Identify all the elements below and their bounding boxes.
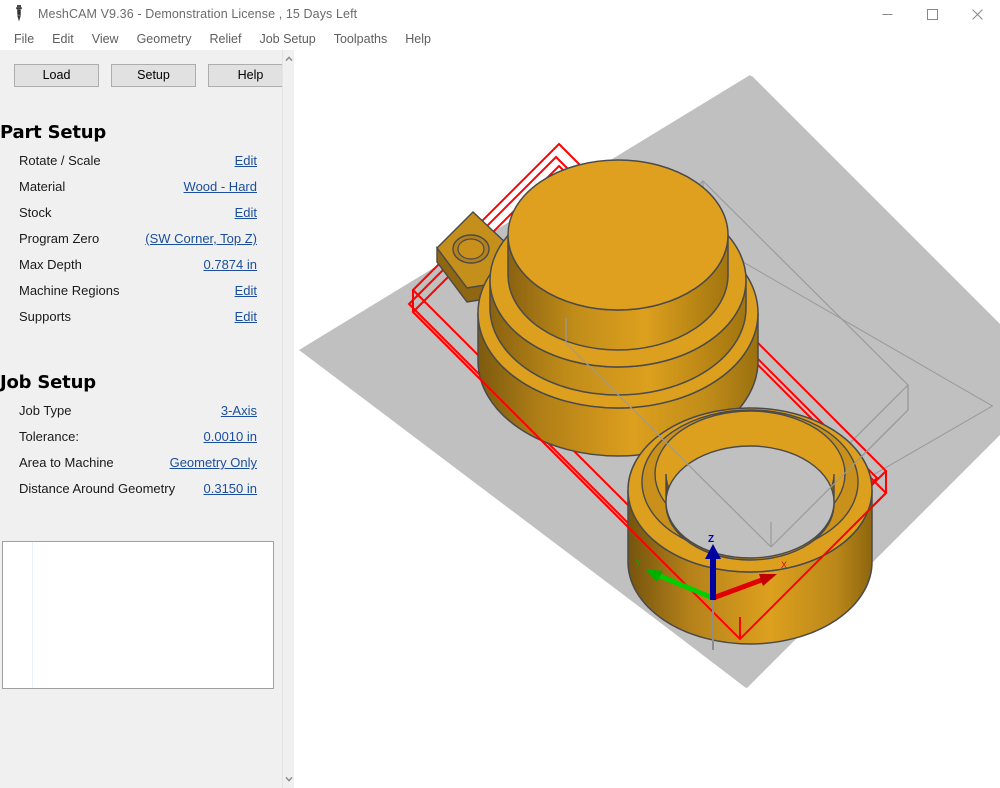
window-title: MeshCAM V9.36 - Demonstration License , … [38,7,358,21]
setup-sidebar: Load Setup Help Part Setup Rotate / Scal… [0,50,282,788]
axis-y-label: Y [635,558,641,568]
title-bar: MeshCAM V9.36 - Demonstration License , … [0,0,1000,28]
row-label: Supports [19,309,72,324]
distance-around-geometry-link[interactable]: 0.3150 in [204,476,258,502]
chevron-up-icon [284,56,293,62]
row-label: Machine Regions [19,283,120,298]
row-job-type: Job Type 3-Axis [0,398,275,424]
list-column-divider [32,542,33,688]
close-button[interactable] [955,0,1000,28]
axis-x-label: X [781,560,787,570]
job-setup-rows: Job Type 3-Axis Tolerance: 0.0010 in Are… [0,398,275,502]
minimize-icon [882,13,893,15]
row-stock: Stock Edit [0,200,275,226]
rotate-scale-link[interactable]: Edit [235,148,257,174]
row-machine-regions: Machine Regions Edit [0,278,275,304]
program-zero-link[interactable]: (SW Corner, Top Z) [145,226,257,252]
part-setup-heading: Part Setup [0,122,107,143]
row-rotate-scale: Rotate / Scale Edit [0,148,275,174]
minimize-button[interactable] [865,0,910,28]
row-distance-around-geometry: Distance Around Geometry 0.3150 in [0,476,275,502]
disc-top-face [507,159,729,311]
stock-link[interactable]: Edit [235,200,257,226]
menu-view[interactable]: View [83,30,128,48]
row-label: Max Depth [19,257,82,272]
meshcam-window: MeshCAM V9.36 - Demonstration License , … [0,0,1000,788]
sidebar-button-row: Load Setup Help [14,64,282,87]
row-label: Tolerance: [19,429,79,444]
supports-link[interactable]: Edit [235,304,257,330]
endmill-bit-icon [6,0,32,28]
menu-file[interactable]: File [5,30,43,48]
close-icon [972,8,983,20]
row-program-zero: Program Zero (SW Corner, Top Z) [0,226,275,252]
ring-bore-floor [665,445,835,559]
job-setup-heading: Job Setup [0,372,96,393]
tolerance-link[interactable]: 0.0010 in [204,424,258,450]
sidebar-scrollbar[interactable] [282,50,294,788]
scroll-up-button[interactable] [283,52,294,66]
row-max-depth: Max Depth 0.7874 in [0,252,275,278]
help-button[interactable]: Help [208,64,282,87]
menu-geometry[interactable]: Geometry [128,30,201,48]
scroll-down-button[interactable] [283,772,294,786]
model-viewport[interactable]: X Y Z [295,50,1000,788]
menu-relief[interactable]: Relief [200,30,250,48]
maximize-button[interactable] [910,0,955,28]
setup-button[interactable]: Setup [111,64,196,87]
row-label: Area to Machine [19,455,114,470]
row-label: Rotate / Scale [19,153,101,168]
axis-z-label: Z [708,534,714,545]
menu-toolpaths[interactable]: Toolpaths [325,30,397,48]
menu-help[interactable]: Help [396,30,440,48]
toolpath-list[interactable] [2,541,274,689]
row-material: Material Wood - Hard [0,174,275,200]
maximize-icon [927,8,938,20]
load-button[interactable]: Load [14,64,99,87]
model-3d-render: X Y Z [299,75,1000,688]
row-label: Program Zero [19,231,100,246]
row-supports: Supports Edit [0,304,275,330]
row-label: Distance Around Geometry [19,481,176,496]
row-label: Job Type [19,403,72,418]
material-link[interactable]: Wood - Hard [184,174,257,200]
menu-job-setup[interactable]: Job Setup [250,30,324,48]
part-setup-rows: Rotate / Scale Edit Material Wood - Hard… [0,148,275,330]
menu-edit[interactable]: Edit [43,30,83,48]
menu-bar: File Edit View Geometry Relief Job Setup… [0,28,1000,50]
window-controls [865,0,1000,28]
chevron-down-icon [284,776,293,782]
job-type-link[interactable]: 3-Axis [221,398,257,424]
row-tolerance: Tolerance: 0.0010 in [0,424,275,450]
area-to-machine-link[interactable]: Geometry Only [170,450,257,476]
machine-regions-link[interactable]: Edit [235,278,257,304]
row-label: Stock [19,205,52,220]
max-depth-link[interactable]: 0.7874 in [204,252,258,278]
row-area-to-machine: Area to Machine Geometry Only [0,450,275,476]
row-label: Material [19,179,66,194]
